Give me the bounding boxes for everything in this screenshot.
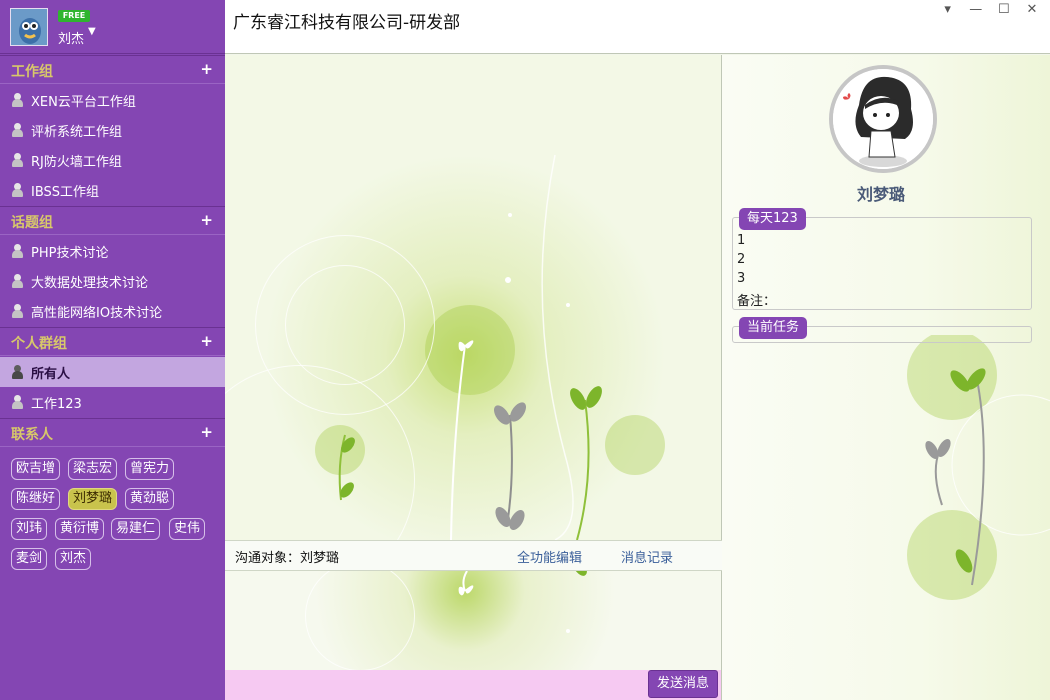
add-group-icon[interactable]: + <box>200 332 213 350</box>
current-task-fieldset: 当前任务 <box>732 317 1032 343</box>
contact-tag[interactable]: 刘玮 <box>11 518 48 540</box>
group-item[interactable]: 高性能网络IO技术讨论 <box>0 296 225 326</box>
group-item-label: 大数据处理技术讨论 <box>31 276 149 291</box>
contact-tag[interactable]: 陈继好 <box>11 488 61 510</box>
group-item-label: 工作123 <box>31 397 82 412</box>
contact-tag[interactable]: 麦剑 <box>11 548 48 570</box>
main-panel: 广东睿江科技有限公司-研发部 ▾ — ☐ ✕ 沟通对象：刘梦璐 全功能编辑 消息… <box>225 0 1050 700</box>
sprout-decor <box>458 571 587 633</box>
person-icon <box>11 244 23 258</box>
user-box: FREE 刘杰 ▼ <box>0 0 225 54</box>
caret-down-icon[interactable]: ▼ <box>88 26 96 37</box>
current-task-title: 当前任务 <box>739 317 808 339</box>
contact-tag[interactable]: 梁志宏 <box>68 458 118 480</box>
group-item-label: 高性能网络IO技术讨论 <box>31 306 163 321</box>
group-item[interactable]: 工作123 <box>0 387 225 417</box>
group-header-topic[interactable]: 话题组 + <box>0 206 225 235</box>
contact-tag[interactable]: 曾宪力 <box>125 458 175 480</box>
sidebar: FREE 刘杰 ▼ 工作组 + XEN云平台工作组 评析系统工作组 RJ防火墙工… <box>0 0 225 700</box>
person-icon <box>11 123 23 137</box>
daily-line: 2 <box>737 252 746 267</box>
contact-tag[interactable]: 黄衍博 <box>55 518 105 540</box>
chat-toolbar: 沟通对象：刘梦璐 全功能编辑 消息记录 <box>225 540 722 571</box>
group-item[interactable]: 大数据处理技术讨论 <box>0 266 225 296</box>
window-controls: ▾ — ☐ ✕ <box>936 2 1044 22</box>
add-contact-icon[interactable]: + <box>200 423 213 441</box>
person-icon <box>11 93 23 107</box>
group-item-selected[interactable]: 所有人 <box>0 357 225 387</box>
contact-profile-panel: 刘梦璐 每天123 1 2 3 备注： 当前任务 <box>722 55 1050 700</box>
close-icon[interactable]: ✕ <box>1020 2 1044 17</box>
group-item[interactable]: IBSS工作组 <box>0 175 225 205</box>
group-title: 联系人 <box>11 427 53 443</box>
group-title: 工作组 <box>11 64 53 80</box>
group-item-label: 评析系统工作组 <box>31 125 123 140</box>
person-icon <box>11 183 23 197</box>
group-item-label: RJ防火墙工作组 <box>31 155 122 170</box>
add-group-icon[interactable]: + <box>200 60 213 78</box>
daily-line: 1 <box>737 233 746 248</box>
minimize-icon[interactable]: — <box>964 2 988 17</box>
person-icon <box>11 153 23 167</box>
person-icon <box>11 304 23 318</box>
person-icon <box>11 395 23 409</box>
group-header-work[interactable]: 工作组 + <box>0 55 225 84</box>
group-item-label: IBSS工作组 <box>31 185 100 200</box>
free-badge: FREE <box>58 10 90 22</box>
daily-note: 备注： <box>737 294 777 309</box>
contact-tag[interactable]: 刘杰 <box>55 548 92 570</box>
group-title: 个人群组 <box>11 336 67 352</box>
group-item-label: PHP技术讨论 <box>31 246 109 261</box>
person-icon <box>11 274 23 288</box>
chat-target-label: 沟通对象：刘梦璐 <box>235 551 340 566</box>
add-group-icon[interactable]: + <box>200 211 213 229</box>
group-header-contacts[interactable]: 联系人 + <box>0 418 225 447</box>
message-log-link[interactable]: 消息记录 <box>621 547 673 566</box>
daily-fieldset: 每天123 1 2 3 备注： <box>732 208 1032 310</box>
contact-tag[interactable]: 易建仁 <box>111 518 161 540</box>
group-item[interactable]: PHP技术讨论 <box>0 236 225 266</box>
user-name[interactable]: 刘杰 <box>58 28 84 47</box>
contact-tag[interactable]: 欧吉增 <box>11 458 61 480</box>
group-item[interactable]: XEN云平台工作组 <box>0 85 225 115</box>
user-avatar[interactable] <box>10 8 48 46</box>
contact-name: 刘梦璐 <box>856 185 905 204</box>
contact-avatar[interactable] <box>829 65 937 173</box>
group-item-label: 所有人 <box>31 367 71 382</box>
group-item-label: XEN云平台工作组 <box>31 95 136 110</box>
window-title: 广东睿江科技有限公司-研发部 <box>233 13 461 33</box>
group-item[interactable]: 评析系统工作组 <box>0 115 225 145</box>
chat-message-area[interactable] <box>225 55 722 540</box>
full-edit-link[interactable]: 全功能编辑 <box>517 547 582 566</box>
menu-dropdown-icon[interactable]: ▾ <box>936 2 960 17</box>
maximize-icon[interactable]: ☐ <box>992 2 1016 17</box>
person-icon <box>11 365 23 379</box>
group-title: 话题组 <box>11 215 53 231</box>
send-message-button[interactable]: 发送消息 <box>648 670 718 698</box>
message-input[interactable] <box>225 571 722 671</box>
group-header-personal[interactable]: 个人群组 + <box>0 327 225 356</box>
title-bar: 广东睿江科技有限公司-研发部 ▾ — ☐ ✕ <box>225 0 1050 54</box>
sprout-decor <box>907 335 1050 600</box>
contact-tag-selected[interactable]: 刘梦璐 <box>68 488 118 510</box>
sprout-decor <box>338 154 602 540</box>
daily-title: 每天123 <box>739 208 806 230</box>
daily-line: 3 <box>737 271 746 286</box>
contact-tag[interactable]: 史伟 <box>169 518 206 540</box>
send-bar: 发送消息 <box>225 670 722 700</box>
group-item[interactable]: RJ防火墙工作组 <box>0 145 225 175</box>
contact-tag[interactable]: 黄劲聪 <box>125 488 175 510</box>
